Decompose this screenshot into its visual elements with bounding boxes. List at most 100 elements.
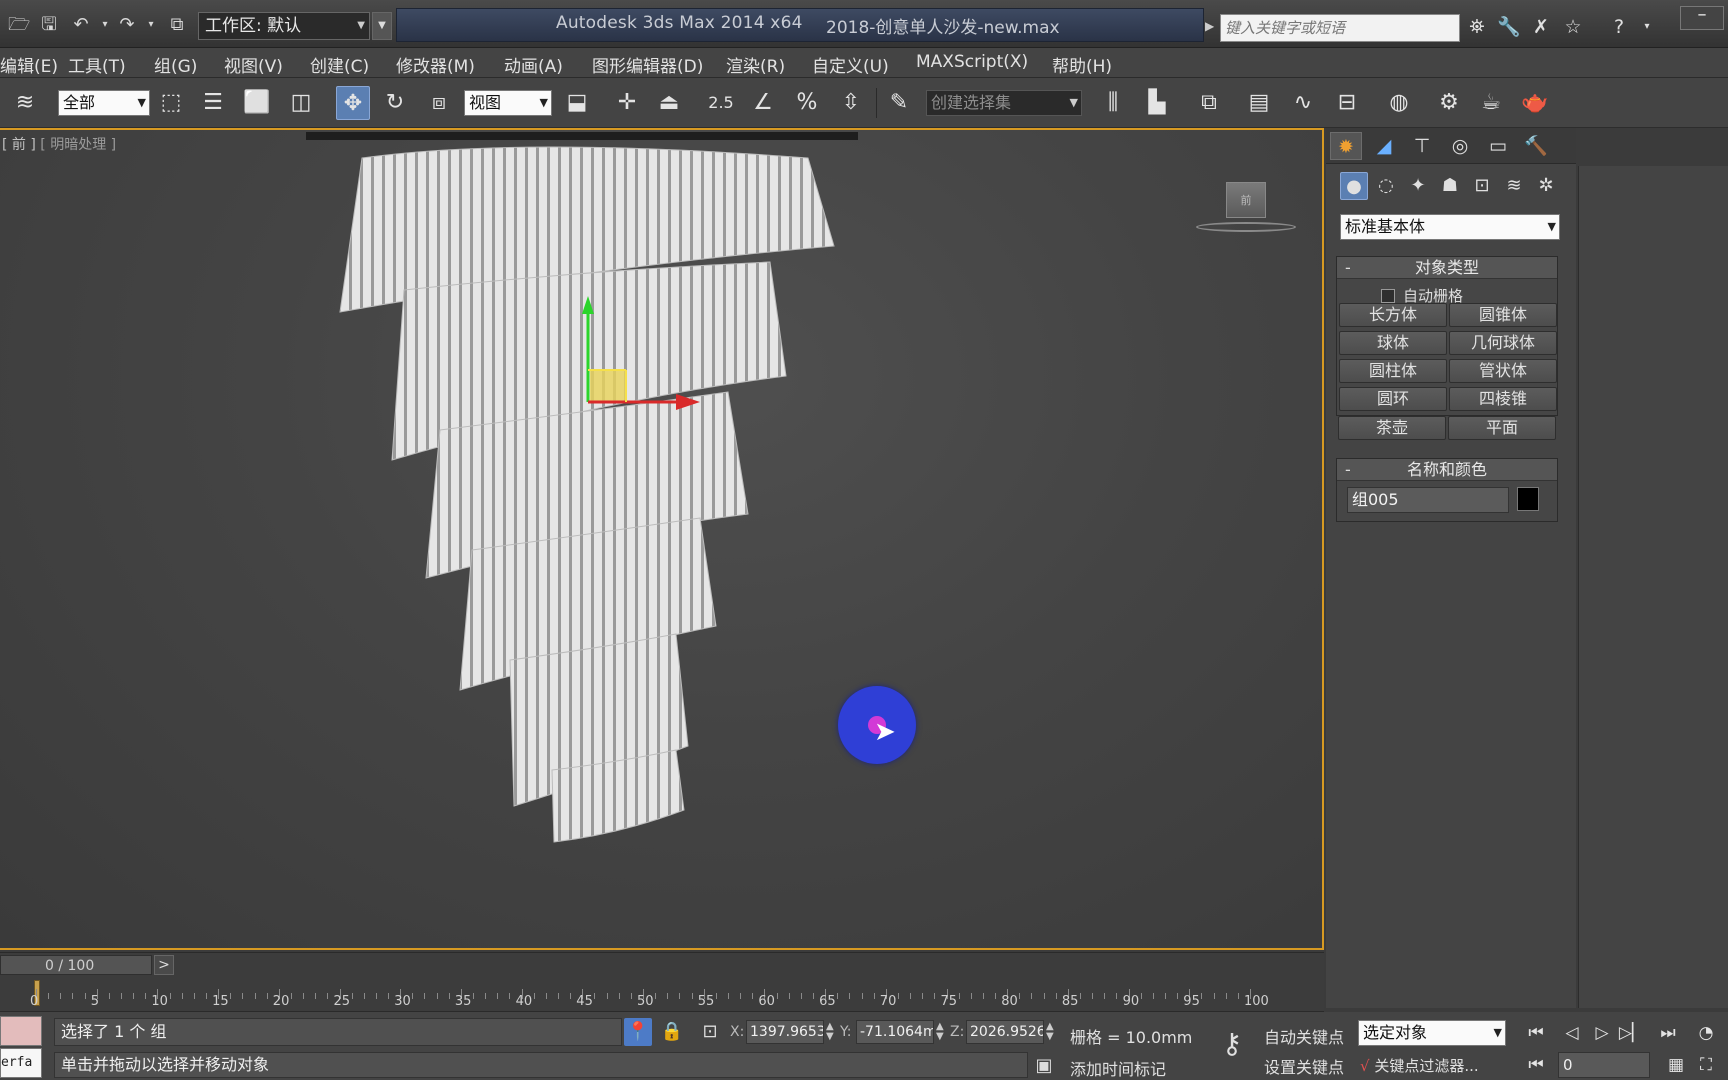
motion-tab-icon[interactable]: ◎ [1444,132,1476,160]
selection-filter-dropdown[interactable]: 全部 ▼ [58,90,150,116]
menu-animation[interactable]: 动画(A) [504,52,563,77]
layer-manager-icon[interactable]: ⧉ [1192,86,1226,120]
cylinder-button[interactable]: 圆柱体 [1339,359,1447,383]
redo-dropdown-icon[interactable]: ▾ [140,14,162,36]
zoom-extents-icon[interactable]: ⛶ [1692,1052,1720,1078]
display-tab-icon[interactable]: ▭ [1482,132,1514,160]
select-and-move-icon[interactable]: ✥ [336,86,370,120]
previous-frame-icon[interactable]: ◁ [1558,1020,1586,1046]
object-color-swatch[interactable] [1517,487,1539,511]
next-frame-button[interactable]: > [154,955,174,975]
torus-button[interactable]: 圆环 [1339,387,1447,411]
reference-coordinate-dropdown[interactable]: 视图 ▼ [464,90,552,116]
menu-views[interactable]: 视图(V) [224,52,283,77]
menu-tools[interactable]: 工具(T) [68,52,126,77]
undo-icon[interactable]: ↶ [70,14,92,36]
workspace-dropdown[interactable]: 工作区: 默认 ▼ [198,12,370,40]
name-and-color-header[interactable]: - 名称和颜色 [1337,459,1557,481]
viewcube-compass-ring[interactable] [1196,222,1296,232]
time-slider-thumb[interactable]: 0 / 100 [0,955,152,975]
maxscript-listener-top[interactable] [0,1016,42,1046]
go-to-end-icon[interactable]: ⏭ [1654,1020,1682,1046]
key-mode-dropdown[interactable]: 选定对象 ▼ [1358,1020,1506,1046]
spinner-snap-icon[interactable]: ⇳ [834,86,868,120]
menu-help[interactable]: 帮助(H) [1052,52,1112,77]
select-and-scale-icon[interactable]: ⧈ [422,86,456,120]
key-mode-toggle-icon[interactable]: ◔ [1692,1020,1720,1046]
menu-graph-editors[interactable]: 图形编辑器(D) [592,52,703,77]
key-mode-icon[interactable]: ⏮ [1522,1052,1550,1078]
front-viewport[interactable]: [ 前 ] [ 明暗处理 ] 前 ➤ [0,128,1324,950]
key-filters-button[interactable]: √ 关键点过滤器... [1360,1054,1508,1078]
curve-editor-icon[interactable]: ∿ [1286,86,1320,120]
x-coordinate-field[interactable]: 1397.9653 [746,1020,824,1044]
keyboard-shortcut-override-icon[interactable]: ⏏ [652,86,686,120]
rendered-frame-window-icon[interactable]: ☕ [1474,86,1508,120]
sphere-button[interactable]: 球体 [1339,331,1447,355]
minimize-button[interactable]: – [1680,6,1724,30]
schematic-view-icon[interactable]: ⊟ [1330,86,1364,120]
go-to-start-icon[interactable]: ⏮ [1522,1020,1550,1046]
menu-edit[interactable]: 编辑(E) [0,52,58,77]
quick-access-dropdown[interactable]: ▼ [372,12,392,40]
object-type-header[interactable]: - 对象类型 [1337,257,1557,279]
selection-lock-icon[interactable]: 🔒 [658,1018,686,1046]
plane-button[interactable]: 平面 [1448,416,1556,440]
object-name-input[interactable]: 组005 [1347,487,1509,513]
mirror-icon[interactable]: ⫼ [1096,86,1130,120]
manipulate-icon[interactable]: ✛ [610,86,644,120]
play-icon[interactable]: ▷ [1588,1020,1616,1046]
tube-button[interactable]: 管状体 [1449,359,1557,383]
x-spinner-icon[interactable]: ▲ ▼ [826,1022,834,1042]
y-coordinate-field[interactable]: -71.1064m [856,1020,934,1044]
menu-maxscript[interactable]: MAXScript(X) [916,52,1028,72]
help-icon[interactable]: ? [1606,14,1632,40]
space-warps-icon[interactable]: ≋ [1500,172,1528,200]
help-dropdown-icon[interactable]: ▾ [1634,14,1660,40]
z-spinner-icon[interactable]: ▲ ▼ [1046,1022,1054,1042]
viewcube[interactable]: 前 [1226,182,1266,218]
favorites-icon[interactable]: ☆ [1560,14,1586,40]
window-crossing-icon[interactable]: ◫ [284,86,318,120]
search-expand-icon[interactable]: ▶ [1205,14,1219,38]
time-configuration-icon[interactable]: ▦ [1662,1052,1690,1078]
utilities-tab-icon[interactable]: 🔨 [1520,132,1552,160]
rectangular-selection-icon[interactable]: ⬜ [240,86,274,120]
time-tag-icon[interactable]: ▣ [1030,1052,1058,1080]
shapes-icon[interactable]: ◌ [1372,172,1400,200]
angle-snap-icon[interactable]: ∠ [746,86,780,120]
select-by-name-icon[interactable]: ☰ [196,86,230,120]
material-editor-icon[interactable]: ◍ [1382,86,1416,120]
menu-rendering[interactable]: 渲染(R) [726,52,785,77]
modify-tab-icon[interactable]: ◢ [1368,132,1400,160]
next-key-icon[interactable]: ▷▏ [1618,1020,1646,1046]
project-folder-icon[interactable]: ⧉ [166,14,188,36]
maxscript-listener-bottom[interactable]: erfa [0,1048,42,1078]
y-spinner-icon[interactable]: ▲ ▼ [936,1022,944,1042]
binoculars-icon[interactable]: ⛯ [1464,14,1490,40]
pyramid-button[interactable]: 四棱锥 [1449,387,1557,411]
open-file-icon[interactable]: 🗁 [8,14,30,36]
track-bar[interactable]: 0 5 10 15 20 25 30 35 40 45 50 55 60 65 70 75 80 85 90 95 10… [0,976,1324,1012]
percent-snap-icon[interactable]: % [790,86,824,120]
menu-group[interactable]: 组(G) [154,52,197,77]
teapot-button[interactable]: 茶壶 [1338,416,1446,440]
helpers-icon[interactable]: ⊡ [1468,172,1496,200]
undo-dropdown-icon[interactable]: ▾ [94,14,116,36]
create-tab-icon[interactable]: ✹ [1330,132,1362,160]
render-production-icon[interactable]: 🫖 [1518,86,1552,120]
hierarchy-tab-icon[interactable]: ⊤ [1406,132,1438,160]
save-icon[interactable]: 🖫 [38,14,60,36]
key-icon[interactable]: ⚷ [1212,1024,1252,1064]
menu-customize[interactable]: 自定义(U) [812,52,889,77]
render-setup-icon[interactable]: ⚙ [1432,86,1466,120]
cone-button[interactable]: 圆锥体 [1449,303,1557,327]
select-and-rotate-icon[interactable]: ↻ [378,86,412,120]
edit-named-selection-icon[interactable]: ✎ [882,86,916,120]
absolute-mode-icon[interactable]: ⊡ [696,1018,724,1046]
geometry-icon[interactable]: ● [1340,172,1368,200]
cameras-icon[interactable]: ☗ [1436,172,1464,200]
pivot-center-icon[interactable]: ⬓ [560,86,594,120]
current-frame-field[interactable]: 0 [1558,1052,1650,1078]
lights-icon[interactable]: ✦ [1404,172,1432,200]
